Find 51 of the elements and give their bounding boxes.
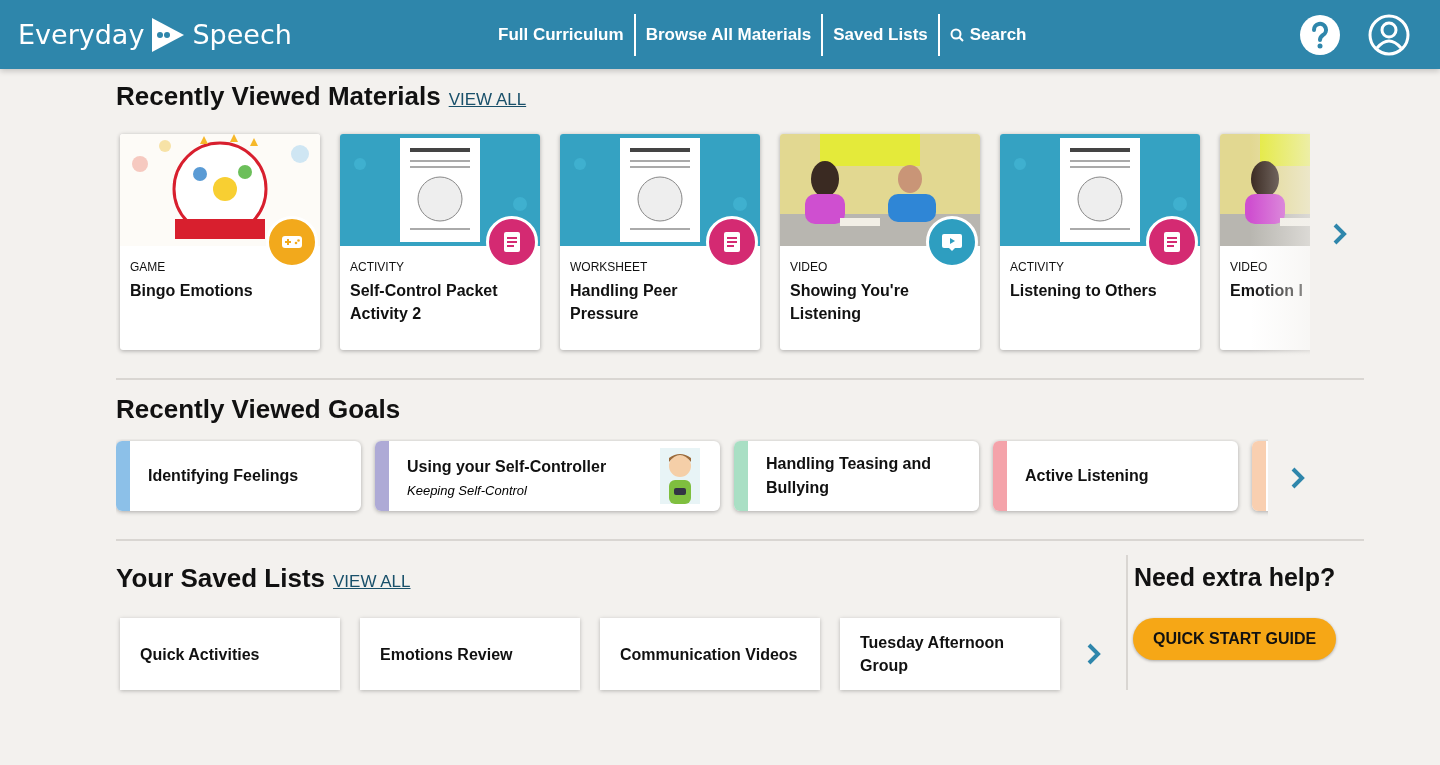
quick-start-button[interactable]: QUICK START GUIDE <box>1133 618 1337 660</box>
help-icon[interactable] <box>1300 14 1340 55</box>
logo-text[interactable]: Speech <box>192 19 292 50</box>
user-icon[interactable] <box>1368 13 1410 56</box>
material-card[interactable]: VIDEO Emotion I <box>1220 134 1310 350</box>
chevron-right-icon[interactable] <box>1290 466 1306 490</box>
saved-list-card[interactable]: Communication Videos <box>600 618 820 690</box>
goal-card[interactable]: Active Listening <box>993 441 1238 511</box>
logo-text[interactable]: Everyday <box>18 19 145 50</box>
material-card[interactable]: VIDEO Showing You're Listening <box>780 134 980 350</box>
material-card[interactable]: GAME Bingo Emotions <box>120 134 320 350</box>
category-label: GAME <box>130 260 167 274</box>
section-title: Recently Viewed Goals <box>116 394 401 425</box>
category-label: WORKSHEET <box>570 260 649 274</box>
material-title: Self-Control Packet Activity 2 <box>350 281 499 324</box>
material-card[interactable]: WORKSHEET Handling Peer Pressure <box>560 134 760 350</box>
goal-title: Handling Teasing and Bullying <box>766 454 933 498</box>
search-icon <box>949 27 964 42</box>
goal-subtitle: Keeping Self-Control <box>407 482 528 498</box>
category-label: VIDEO <box>1230 260 1269 274</box>
goal-card[interactable]: Handling Teasing and Bullying <box>734 441 979 511</box>
category-label: ACTIVITY <box>1010 260 1065 274</box>
chevron-right-icon[interactable] <box>1086 642 1102 666</box>
play-quote-icon <box>152 17 185 52</box>
goal-title: Active Listening <box>1025 466 1150 486</box>
material-title: Emotion I <box>1230 281 1304 301</box>
nav-link[interactable]: Browse All Materials <box>645 24 812 45</box>
goal-title: Using your Self-Controller <box>407 456 608 477</box>
nav-link[interactable]: Full Curriculum <box>498 24 624 45</box>
view-all-link[interactable]: VIEW ALL <box>448 90 527 110</box>
search-link[interactable]: Search <box>949 24 1027 45</box>
material-title: Listening to Others <box>1010 281 1158 301</box>
nav-link[interactable]: Saved Lists <box>833 24 928 45</box>
saved-list-card[interactable]: Tuesday Afternoon Group <box>840 618 1060 690</box>
saved-list-card[interactable]: Quick Activities <box>120 618 340 690</box>
help-title: Need extra help? <box>1133 563 1336 592</box>
view-all-link[interactable]: VIEW ALL <box>333 572 411 592</box>
material-card[interactable]: ACTIVITY Self-Control Packet Activity 2 <box>340 134 540 350</box>
section-title: Recently Viewed Materials <box>116 81 441 112</box>
goal-card[interactable]: Identifying Feelings <box>116 441 361 511</box>
material-card[interactable]: ACTIVITY Listening to Others <box>1000 134 1200 350</box>
goal-title: Identifying Feelings <box>148 466 300 486</box>
category-label: VIDEO <box>790 260 829 274</box>
material-title: Showing You're Listening <box>790 281 910 324</box>
category-label: ACTIVITY <box>350 260 405 274</box>
section-title: Your Saved Lists <box>116 563 326 594</box>
material-title: Handling Peer Pressure <box>570 281 679 324</box>
goal-card[interactable]: Using your Self-Controller Keeping Self-Control <box>375 441 720 511</box>
saved-list-card[interactable]: Emotions Review <box>360 618 580 690</box>
chevron-right-icon[interactable] <box>1332 222 1348 246</box>
material-title: Bingo Emotions <box>130 281 254 301</box>
